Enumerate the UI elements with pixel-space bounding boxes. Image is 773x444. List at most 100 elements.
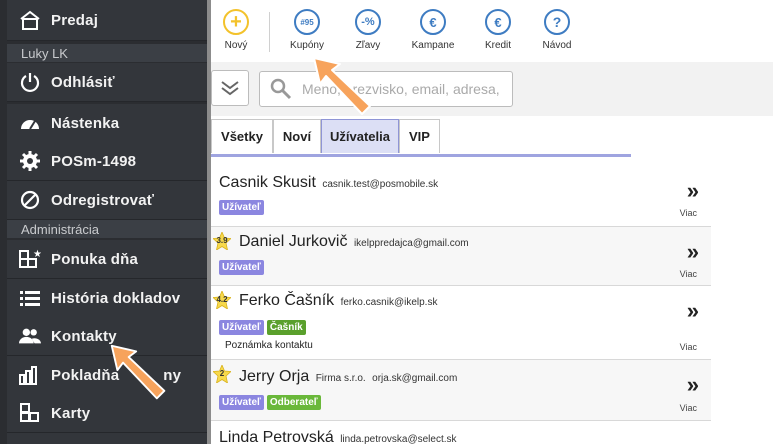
- collapse-button[interactable]: [211, 70, 249, 106]
- ban-icon: [19, 189, 41, 211]
- rating-value: 4.2: [216, 295, 228, 304]
- discounts-button[interactable]: -% Zľavy: [338, 9, 398, 51]
- contact-email: ikelppredajca@gmail.com: [353, 238, 469, 249]
- rating-star-icon: 2: [212, 363, 232, 384]
- list-item[interactable]: Linda Petrovská linda.petrovska@select.s…: [211, 421, 711, 444]
- contact-email: ferko.casnik@ikelp.sk: [340, 297, 438, 308]
- sidebar-item-unregister[interactable]: Odregistrovať: [7, 181, 207, 220]
- contact-email: linda.petrovska@select.sk: [340, 434, 457, 444]
- more-link[interactable]: Viac: [680, 269, 697, 279]
- more-chevron-icon[interactable]: »: [687, 239, 699, 265]
- search-bar: [211, 62, 773, 116]
- contact-name: Jerry Orja: [239, 368, 310, 385]
- sidebar-item-label: Kontakty: [51, 327, 117, 345]
- rating-value: 2: [219, 369, 225, 378]
- more-link[interactable]: Viac: [680, 403, 697, 413]
- contact-email: orja.sk@gmail.com: [372, 373, 458, 384]
- contact-name: Ferko Čašník: [239, 292, 335, 309]
- credit-button[interactable]: € Kredit: [468, 9, 528, 51]
- sidebar-item-label: Nástenka: [51, 114, 120, 132]
- more-link[interactable]: Viac: [680, 342, 697, 352]
- rating-value: 3.9: [216, 236, 228, 245]
- more-link[interactable]: Viac: [680, 208, 697, 218]
- new-button[interactable]: + Nový: [206, 9, 266, 51]
- toolbar-divider: [269, 12, 270, 52]
- list-icon: [19, 287, 41, 309]
- svg-text:★: ★: [33, 249, 41, 260]
- credit-label: Kredit: [484, 40, 512, 51]
- users-icon: [19, 325, 41, 347]
- tab-new[interactable]: Noví: [273, 119, 321, 153]
- discount-icon: -%: [355, 9, 381, 35]
- chevron-down-icon: [221, 81, 239, 96]
- gear-icon: [19, 150, 41, 172]
- sidebar-item-cashbox[interactable]: Pokladňa ny: [7, 356, 207, 395]
- home-icon: [19, 9, 41, 31]
- list-item[interactable]: 2 Jerry Orja Firma s.r.o. orja.sk@gmail.…: [211, 360, 711, 421]
- toolbar: + Nový #95 Kupóny -% Zľavy € Kampane € K…: [211, 0, 773, 62]
- sidebar-item-partial: [7, 433, 207, 444]
- rating-star-icon: 4.2: [212, 289, 232, 310]
- sidebar: Predaj Luky LK Odhlásiť Nástenka POSm-14…: [0, 0, 207, 444]
- list-item[interactable]: 3.9 Daniel Jurkovič ikelppredajca@gmail.…: [211, 227, 711, 286]
- discounts-label: Zľavy: [355, 40, 381, 51]
- tab-vip[interactable]: VIP: [399, 119, 440, 153]
- sidebar-item-logout[interactable]: Odhlásiť: [7, 63, 207, 102]
- filter-tabs: Všetky Noví Užívatelia VIP: [211, 116, 773, 158]
- sidebar-item-device[interactable]: POSm-1498: [7, 142, 207, 181]
- sidebar-item-cards[interactable]: Karty: [7, 394, 207, 433]
- new-label: Nový: [224, 40, 248, 51]
- tab-underline: [211, 154, 631, 157]
- more-chevron-icon[interactable]: »: [687, 298, 699, 324]
- power-icon: [19, 71, 41, 93]
- coupons-button[interactable]: #95 Kupóny: [277, 9, 337, 51]
- sidebar-item-label: Karty: [51, 404, 91, 422]
- tab-users[interactable]: Užívatelia: [321, 119, 399, 153]
- campaign-button[interactable]: € Kampane: [403, 9, 463, 51]
- user-section-header: Luky LK: [7, 44, 207, 62]
- search-field[interactable]: [259, 71, 513, 107]
- sidebar-item-label: Predaj: [51, 11, 99, 29]
- bar-chart-icon: [19, 364, 41, 386]
- user-badge: Užívateľ: [219, 320, 264, 335]
- more-chevron-icon[interactable]: »: [687, 372, 699, 398]
- waiter-badge: Čašník: [266, 320, 306, 335]
- sidebar-item-label: História dokladov: [51, 289, 181, 307]
- search-icon: [270, 78, 292, 100]
- blocks-icon: [19, 402, 41, 424]
- user-badge: Užívateľ: [219, 260, 264, 275]
- sidebar-item-sell[interactable]: Predaj: [7, 0, 207, 41]
- admin-section-header: Administrácia: [7, 220, 207, 238]
- customer-badge: Odberateľ: [266, 395, 321, 410]
- contact-email: casnik.test@posmobile.sk: [322, 179, 439, 190]
- help-button[interactable]: ? Návod: [527, 9, 587, 51]
- contact-name: Daniel Jurkovič: [239, 233, 348, 250]
- sidebar-item-label: Odhlásiť: [51, 73, 115, 91]
- sidebar-item-label: Ponuka dňa: [51, 250, 139, 268]
- sidebar-item-label: Odregistrovať: [51, 191, 155, 209]
- sidebar-item-label: Pokladňa ny: [51, 366, 182, 384]
- sidebar-item-dashboard[interactable]: Nástenka: [7, 104, 207, 143]
- rating-star-icon: 3.9: [212, 230, 232, 251]
- contact-note: Poznámka kontaktu: [225, 340, 313, 351]
- tab-all[interactable]: Všetky: [211, 119, 273, 153]
- sidebar-item-label: POSm-1498: [51, 152, 137, 170]
- search-input[interactable]: [300, 80, 504, 98]
- more-chevron-icon[interactable]: »: [687, 178, 699, 204]
- sidebar-item-contacts[interactable]: Kontakty: [7, 317, 207, 356]
- list-item[interactable]: 4.2 Ferko Čašník ferko.casnik@ikelp.sk U…: [211, 286, 711, 360]
- contact-list: Casnik Skusit casnik.test@posmobile.sk U…: [211, 158, 711, 444]
- user-badge: Užívateľ: [219, 200, 264, 215]
- sidebar-item-daily-offer[interactable]: ★ Ponuka dňa: [7, 240, 207, 279]
- sidebar-item-history[interactable]: História dokladov: [7, 279, 207, 318]
- user-badge: Užívateľ: [219, 395, 264, 410]
- gauge-icon: [19, 112, 41, 134]
- coupons-label: Kupóny: [290, 40, 324, 51]
- plus-icon: +: [223, 9, 249, 35]
- blocks-star-icon: ★: [19, 248, 41, 270]
- help-icon: ?: [544, 9, 570, 35]
- credit-icon: €: [485, 9, 511, 35]
- campaign-label: Kampane: [411, 40, 455, 51]
- list-item[interactable]: Casnik Skusit casnik.test@posmobile.sk U…: [211, 158, 711, 227]
- contact-company: Firma s.r.o.: [315, 373, 366, 384]
